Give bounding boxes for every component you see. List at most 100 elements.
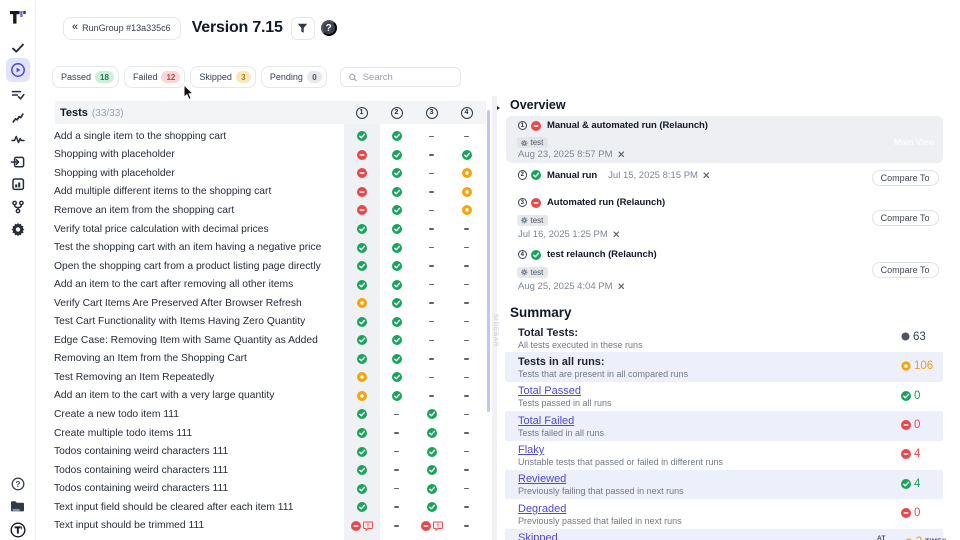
passed-status-icon [392,280,402,290]
summary-row-label[interactable]: Skipped [518,532,929,540]
test-status-cell [344,354,379,364]
test-row[interactable]: Add multiple different items to the shop… [36,183,486,202]
test-row[interactable]: Create a new todo item 111 [36,405,486,424]
summary-row-label[interactable]: Flaky [518,444,929,456]
test-row[interactable]: Todos containing weird characters 111 [36,442,486,461]
no-run-dash [429,228,434,230]
remove-run-button[interactable] [618,151,625,158]
test-row[interactable]: Test Cart Functionality with Items Havin… [36,312,486,331]
sidebar-item-image[interactable] [6,172,30,196]
test-row[interactable]: Verify Cart Items Are Preserved After Br… [36,294,486,313]
summary-row-label[interactable]: Degraded [518,503,929,515]
sidebar-item-folder[interactable] [6,494,30,518]
test-row[interactable]: Text input field should be cleared after… [36,498,486,517]
image-icon [10,176,26,192]
test-row[interactable]: Add a single item to the shopping cart [36,127,486,146]
sidebar-item-accessibility-t[interactable] [6,518,30,540]
remove-run-button[interactable] [618,283,625,290]
summary-row-value: 4 [914,478,920,490]
test-row[interactable]: Add an item to the cart after removing a… [36,275,486,294]
tests-table-title: Tests [60,107,88,119]
test-row[interactable]: Open the shopping cart from a product li… [36,257,486,276]
compare-to-button[interactable]: Compare To [872,170,939,187]
test-row[interactable]: Create multiple todo items 111 [36,424,486,443]
pulse-icon [10,131,26,147]
run-date: Jul 15, 2025 8:15 PM [608,170,709,181]
summary-row-value-wrap: 0 [901,390,920,402]
test-row[interactable]: Test the shopping cart with an item havi… [36,238,486,257]
test-status-cell [379,298,414,308]
remove-run-button[interactable] [703,172,710,179]
help-button[interactable]: ? [321,20,337,36]
test-row[interactable]: Todos containing weird characters 111 [36,479,486,498]
sidebar-item-branch[interactable] [6,195,30,219]
compare-to-button[interactable]: Compare To [872,210,939,227]
test-row[interactable]: Verify total price calculation with deci… [36,220,486,239]
sidebar-item-pulse[interactable] [6,127,30,151]
sidebar-item-list-check[interactable] [6,83,30,107]
run-item-3[interactable]: 3 Automated run (Relaunch) testJul 16, 2… [506,197,943,208]
remove-run-button[interactable] [613,231,620,238]
filter-chip-pending[interactable]: Pending0 [261,66,327,88]
summary-row-description: Previously passed that failed in next ru… [518,516,929,526]
test-row[interactable]: Add an item to the cart with a very larg… [36,387,486,406]
test-row[interactable]: Remove an item from the shopping cart [36,201,486,220]
no-run-dash [464,247,469,249]
sidebar-item-import-box[interactable] [6,150,30,174]
summary-row-label[interactable]: Total Failed [518,415,929,427]
test-status-cell [449,432,484,434]
sidebar-item-play-circle[interactable] [6,58,30,82]
test-name: Todos containing weird characters 111 [54,483,344,494]
test-row[interactable]: Test Removing an Item Repeatedly [36,368,486,387]
summary-row-label[interactable]: Total Passed [518,385,929,397]
filter-chip-label: Failed [133,72,158,82]
panel-resizer[interactable]: SIDEBAR [492,96,497,540]
filter-chip-failed[interactable]: Failed12 [124,66,185,88]
passed-status-icon [531,170,541,180]
test-status-cell [414,395,449,397]
test-status-cell [379,451,414,453]
no-run-dash [394,414,399,416]
sidebar-item-stairs[interactable] [6,105,30,129]
ghost-main-view-label: Main View [894,137,935,147]
test-status-cell [379,391,414,401]
test-row[interactable]: Shopping with placeholder [36,164,486,183]
test-row[interactable]: Todos containing weird characters 111 [36,461,486,480]
sidebar-item-check[interactable] [6,36,30,60]
summary-row-label[interactable]: Reviewed [518,473,929,485]
no-run-dash [429,154,434,156]
run-item-4[interactable]: 4 test relaunch (Relaunch) testAug 25, 2… [506,249,943,260]
run-tag[interactable]: test [517,137,548,148]
run-item-1[interactable]: 1 Manual & automated run (Relaunch) test… [506,120,943,131]
accessibility-t-icon [10,522,26,538]
passed-status-icon [392,335,402,345]
play-circle-icon [10,62,26,78]
tests-scrollbar-thumb[interactable] [487,110,490,412]
run-tag[interactable]: test [517,267,548,278]
filter-button[interactable] [291,17,315,40]
filter-chip-label: Passed [61,72,91,82]
test-status-cell [379,150,414,160]
testomat-logo[interactable] [8,8,28,31]
test-row[interactable]: Edge Case: Removing Item with Same Quant… [36,331,486,350]
test-row[interactable]: Text input should be trimmed 111 [36,516,486,535]
test-status-cell [344,205,379,215]
run-item-2[interactable]: 2 Manual runJul 15, 2025 8:15 PM Compare… [506,170,943,181]
test-row[interactable]: Shopping with placeholder [36,146,486,165]
run-title-line: 4 test relaunch (Relaunch) [518,249,944,260]
summary-row-value-wrap: AT LEAST3TIMES [877,535,947,540]
compare-to-button[interactable]: Compare To [872,262,939,279]
filter-chip-skipped[interactable]: Skipped3 [190,66,256,88]
summary-row-value: 3 [916,536,922,540]
sidebar-item-help-circle[interactable]: ? [6,472,30,496]
test-name: Shopping with placeholder [54,168,344,179]
test-status-cell [344,280,379,290]
search-input[interactable] [363,72,452,83]
passed-status-icon [462,150,472,160]
filter-chip-passed[interactable]: Passed18 [52,66,119,88]
back-to-rungroup-button[interactable]: « RunGroup #13a335c6 [63,17,181,40]
sidebar-item-gear[interactable] [6,217,30,241]
test-status-cell [344,391,379,401]
run-tag[interactable]: test [517,215,548,226]
test-row[interactable]: Removing an Item from the Shopping Cart [36,350,486,369]
